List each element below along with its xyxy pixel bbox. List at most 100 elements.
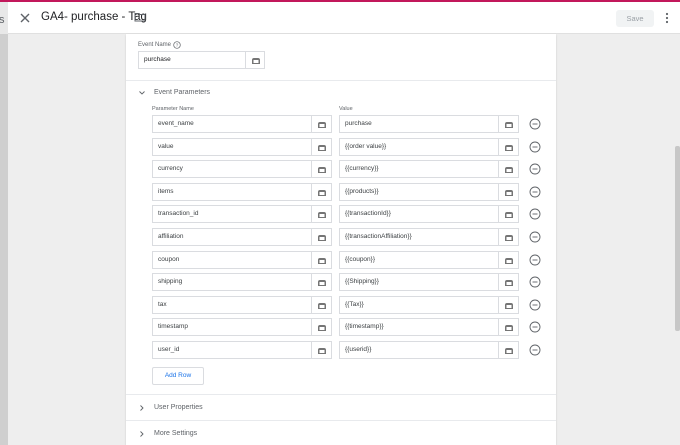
parameter-name-variable-button[interactable] (312, 295, 332, 314)
variable-picker-icon (505, 189, 513, 196)
parameter-value-input[interactable]: {{transactionAffiliation}} (339, 228, 499, 246)
parameter-value-input[interactable]: {{Shipping}} (339, 273, 499, 292)
remove-row-icon[interactable] (529, 276, 541, 288)
parameter-name-variable-button[interactable] (312, 318, 332, 337)
parameter-row: items {{products}} (152, 182, 544, 201)
parameter-name-variable-button[interactable] (312, 341, 332, 359)
section-divider (126, 80, 556, 81)
help-icon[interactable]: ? (173, 41, 181, 49)
remove-row-icon[interactable] (529, 208, 541, 220)
tag-configuration-card: Event Name ? purchase Event Parameters P… (126, 34, 556, 445)
parameter-value-variable-button[interactable] (499, 160, 519, 179)
parameter-value-variable-button[interactable] (499, 250, 519, 269)
parameter-value-variable-button[interactable] (499, 115, 519, 133)
parameter-name-input[interactable]: coupon (152, 250, 312, 269)
close-icon[interactable] (16, 9, 34, 27)
variable-picker-icon (505, 167, 513, 174)
parameter-name-input[interactable]: transaction_id (152, 205, 312, 224)
add-row-button[interactable]: Add Row (152, 367, 204, 385)
parameter-value-input[interactable]: {{coupon}} (339, 250, 499, 269)
chevron-right-icon[interactable] (138, 430, 146, 438)
remove-row-icon[interactable] (529, 163, 541, 175)
variable-picker-icon (505, 122, 513, 128)
parameter-row: transaction_id {{transactionId}} (152, 205, 544, 224)
parameter-name-column-header: Parameter Name (152, 106, 194, 112)
remove-row-icon[interactable] (529, 321, 541, 333)
tag-header: GA4- purchase - Tag Save (8, 2, 680, 34)
parameter-name-variable-button[interactable] (312, 137, 332, 156)
remove-row-icon[interactable] (529, 231, 541, 243)
variable-picker-icon (505, 212, 513, 219)
more-settings-header[interactable]: More Settings (154, 430, 197, 437)
remove-row-icon[interactable] (529, 186, 541, 198)
variable-picker-icon (505, 235, 513, 241)
parameter-value-variable-button[interactable] (499, 318, 519, 337)
parameter-row: value {{order value}} (152, 137, 544, 156)
parameter-value-input[interactable]: {{userid}} (339, 341, 499, 359)
event-name-variable-button[interactable] (246, 51, 265, 69)
section-divider (126, 394, 556, 395)
variable-picker-icon (505, 144, 513, 151)
parameter-value-variable-button[interactable] (499, 295, 519, 314)
remove-row-icon[interactable] (529, 254, 541, 266)
parameter-name-variable-button[interactable] (312, 205, 332, 224)
remove-row-icon[interactable] (529, 299, 541, 311)
parameter-name-variable-button[interactable] (312, 182, 332, 201)
folder-icon[interactable] (134, 11, 146, 23)
variable-picker-icon (505, 302, 513, 309)
variable-picker-icon (318, 280, 326, 287)
user-properties-header[interactable]: User Properties (154, 404, 203, 411)
variable-picker-icon (505, 348, 513, 354)
parameter-value-variable-button[interactable] (499, 273, 519, 292)
event-name-input[interactable]: purchase (138, 51, 246, 69)
svg-text:?: ? (176, 43, 179, 48)
parameter-value-input[interactable]: purchase (339, 115, 499, 133)
variable-picker-icon (318, 212, 326, 219)
parameter-value-input[interactable]: {{transactionId}} (339, 205, 499, 224)
parameter-name-variable-button[interactable] (312, 228, 332, 246)
event-parameters-header[interactable]: Event Parameters (154, 89, 210, 96)
parameter-row: currency {{currency}} (152, 160, 544, 179)
parameter-value-input[interactable]: {{timestamp}} (339, 318, 499, 337)
variable-picker-icon (318, 235, 326, 241)
parameter-value-input[interactable]: {{order value}} (339, 137, 499, 156)
page-title: GA4- purchase - Tag (41, 11, 147, 23)
parameter-name-variable-button[interactable] (312, 160, 332, 179)
parameter-name-input[interactable]: value (152, 137, 312, 156)
remove-row-icon[interactable] (529, 344, 541, 356)
parameter-value-input[interactable]: {{Tax}} (339, 295, 499, 314)
parameter-row: shipping {{Shipping}} (152, 273, 544, 292)
parameter-name-input[interactable]: tax (152, 295, 312, 314)
parameter-name-input[interactable]: currency (152, 160, 312, 179)
chevron-down-icon[interactable] (138, 89, 146, 97)
parameter-value-variable-button[interactable] (499, 182, 519, 201)
variable-picker-icon (505, 325, 513, 332)
background-page-text: s (0, 14, 5, 26)
parameter-name-input[interactable]: items (152, 182, 312, 201)
parameter-name-input[interactable]: event_name (152, 115, 312, 133)
parameter-value-variable-button[interactable] (499, 228, 519, 246)
parameter-name-input[interactable]: user_id (152, 341, 312, 359)
parameter-value-input[interactable]: {{currency}} (339, 160, 499, 179)
remove-row-icon[interactable] (529, 118, 541, 130)
parameter-name-variable-button[interactable] (312, 115, 332, 133)
parameter-value-input[interactable]: {{products}} (339, 182, 499, 201)
parameter-value-variable-button[interactable] (499, 205, 519, 224)
variable-picker-icon (252, 58, 260, 64)
more-vert-icon[interactable] (662, 10, 672, 26)
parameter-name-input[interactable]: affiliation (152, 228, 312, 246)
chevron-right-icon[interactable] (138, 404, 146, 412)
scrollbar-thumb[interactable] (675, 146, 680, 331)
section-divider (126, 420, 556, 421)
parameter-name-input[interactable]: timestamp (152, 318, 312, 337)
save-button[interactable]: Save (616, 10, 654, 27)
variable-picker-icon (318, 325, 326, 332)
parameter-row: coupon {{coupon}} (152, 250, 544, 269)
parameter-value-variable-button[interactable] (499, 341, 519, 359)
remove-row-icon[interactable] (529, 141, 541, 153)
event-name-label: Event Name (138, 42, 172, 48)
parameter-name-variable-button[interactable] (312, 250, 332, 269)
parameter-name-input[interactable]: shipping (152, 273, 312, 292)
parameter-name-variable-button[interactable] (312, 273, 332, 292)
parameter-value-variable-button[interactable] (499, 137, 519, 156)
